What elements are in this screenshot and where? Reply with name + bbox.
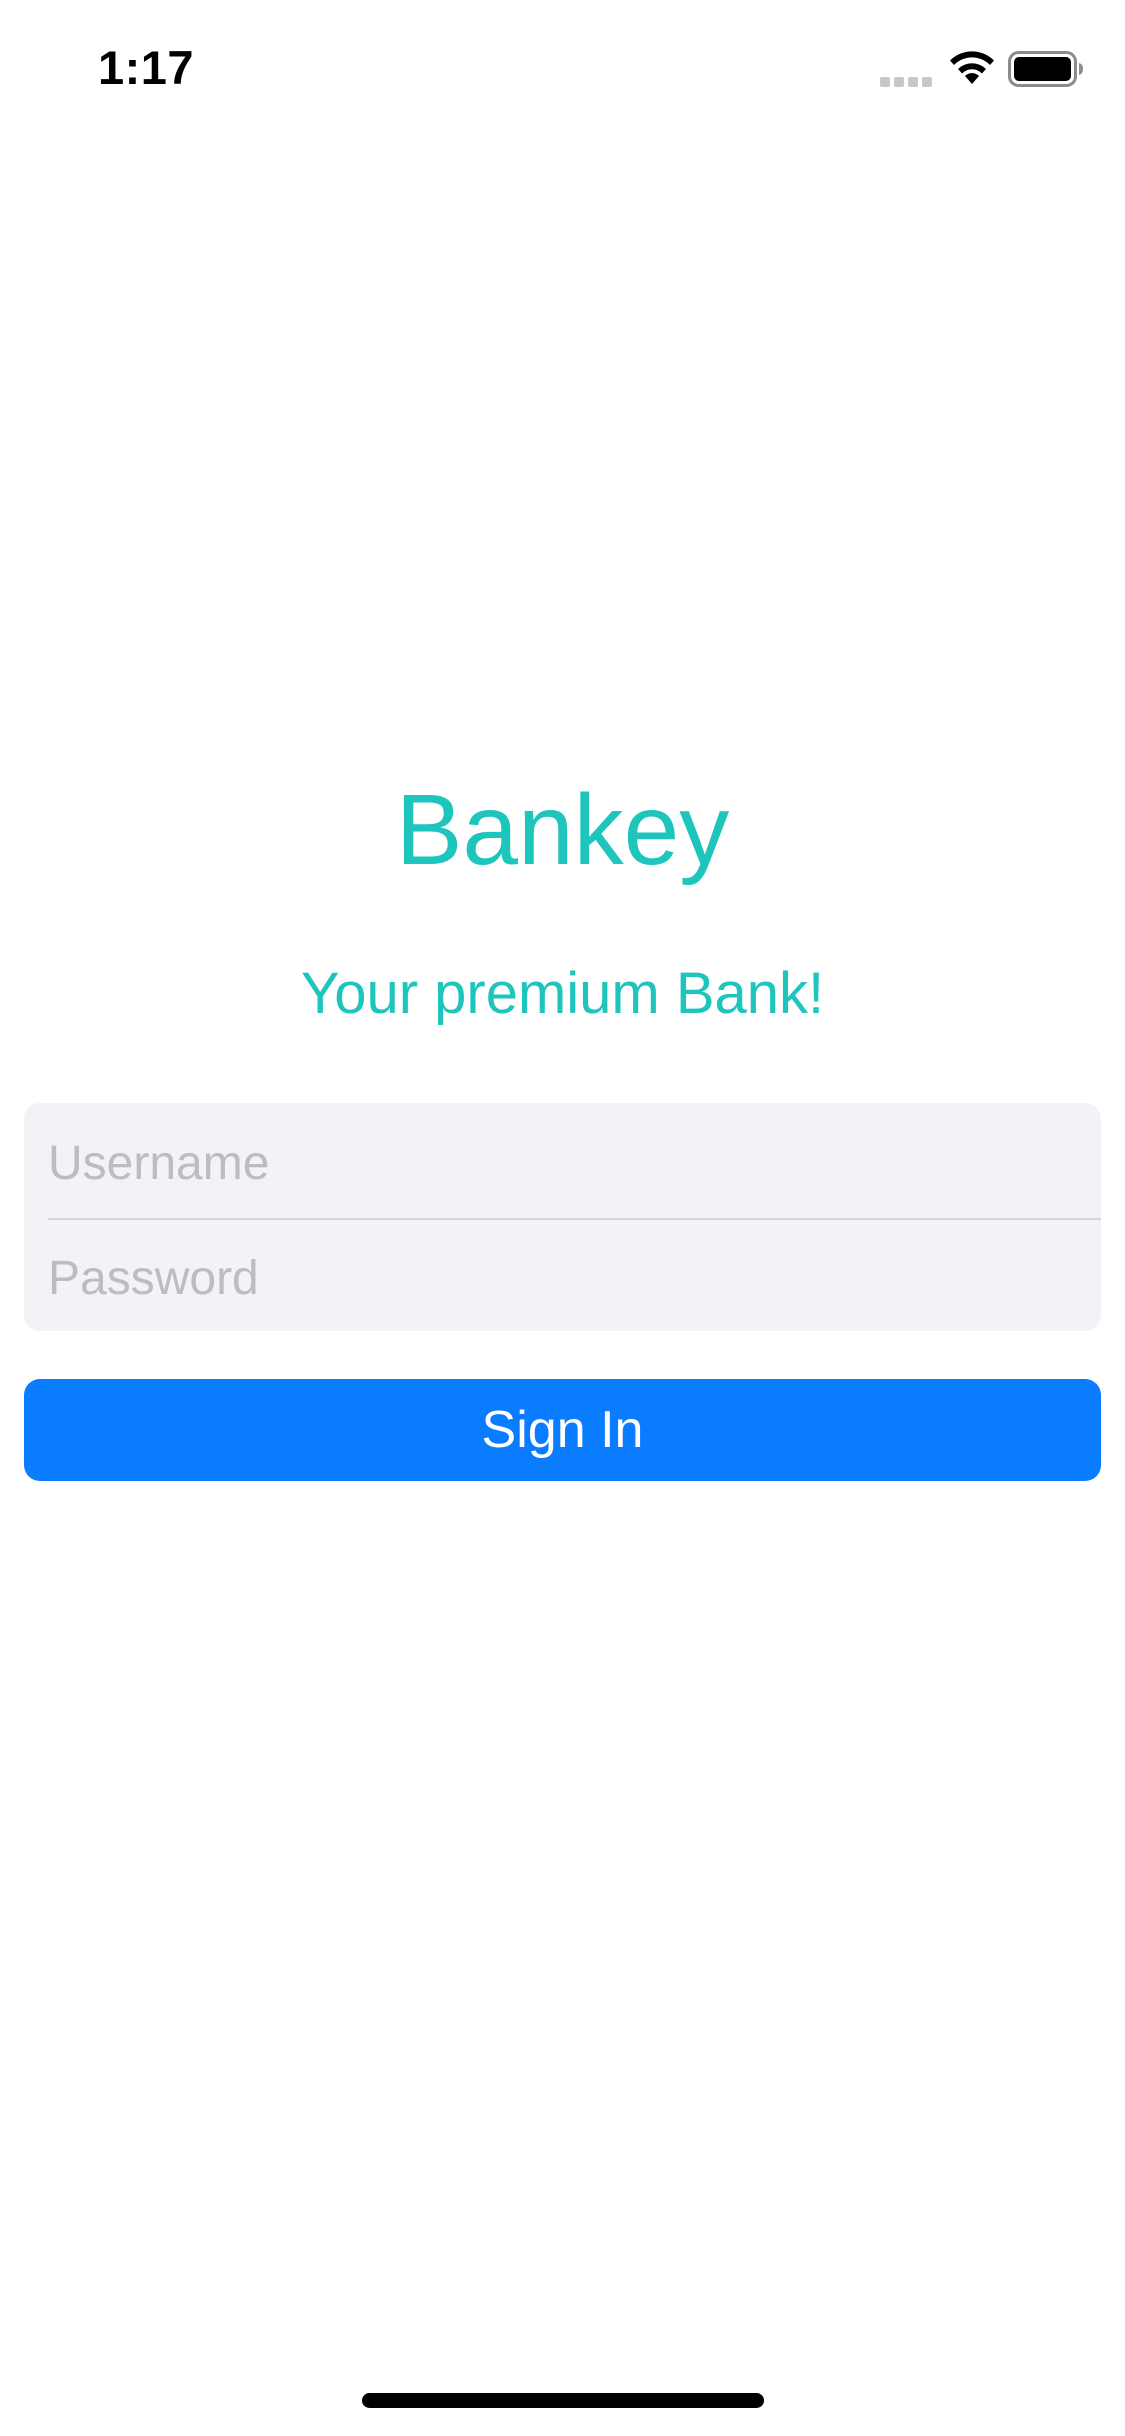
wifi-icon bbox=[950, 51, 994, 84]
cellular-signal-icon bbox=[880, 75, 932, 87]
password-input[interactable] bbox=[48, 1230, 1078, 1326]
home-indicator[interactable] bbox=[362, 2393, 764, 2408]
divider bbox=[48, 1218, 1101, 1220]
username-input[interactable] bbox=[48, 1115, 1078, 1211]
status-bar: 1:17 bbox=[0, 0, 1125, 140]
login-form bbox=[24, 1103, 1101, 1331]
battery-icon bbox=[1008, 51, 1083, 87]
app-title: Bankey bbox=[395, 774, 730, 886]
sign-in-button[interactable]: Sign In bbox=[24, 1379, 1101, 1481]
status-time: 1:17 bbox=[98, 41, 195, 94]
app-subtitle: Your premium Bank! bbox=[300, 961, 825, 1026]
